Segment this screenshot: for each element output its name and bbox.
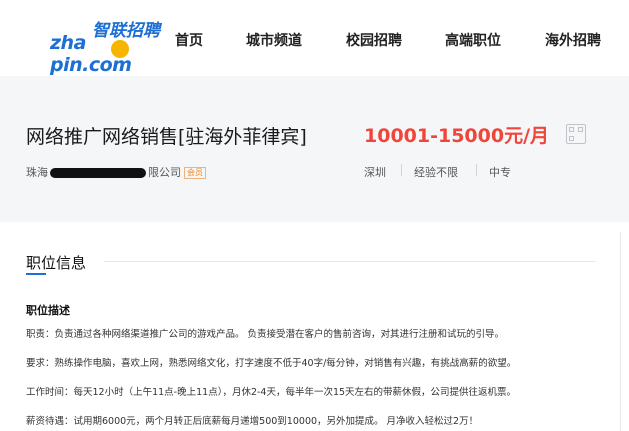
job-experience: 经验不限 [414, 166, 458, 179]
description-line-salary: 薪资待遇：试用期6000元，两个月转正后底薪每月递增500到10000，另外加提… [26, 416, 479, 427]
description-line-requirements: 要求：熟练操作电脑，喜欢上网，熟悉网络文化，打字速度不低于40字/每分钟，对销售… [26, 358, 517, 369]
meta-divider [401, 164, 402, 176]
member-badge: 会员 [184, 167, 206, 179]
side-divider [620, 232, 621, 431]
job-description-title: 职位描述 [26, 304, 70, 317]
nav-home[interactable]: 首页 [175, 30, 203, 50]
logo-text-cn: 智联招聘 [92, 21, 160, 41]
salary: 10001-15000元/月 [364, 125, 550, 147]
job-title: 网络推广网络销售[驻海外菲律宾] [26, 126, 307, 148]
description-line-hours: 工作时间：每天12小时（上午11点-晚上11点），月休2-4天，每半年一次15天… [26, 387, 517, 398]
company-name-suffix: 限公司 [148, 166, 181, 179]
company-name[interactable]: 珠海 限公司 会员 [26, 164, 206, 180]
section-divider [104, 261, 596, 262]
section-title-job-info: 职位信息 [26, 254, 87, 272]
job-education: 中专 [489, 166, 511, 179]
zhaopin-logo[interactable]: zhapin.com 智联招聘 [48, 18, 160, 76]
job-location: 深圳 [364, 166, 386, 179]
meta-divider [476, 164, 477, 176]
job-summary-banner: 网络推广网络销售[驻海外菲律宾] 10001-15000元/月 珠海 限公司 会员 … [0, 76, 629, 222]
nav-senior-jobs[interactable]: 高端职位 [445, 30, 501, 50]
description-line-duties: 职责：负责通过各种网络渠道推广公司的游戏产品。 负责接受潜在客户的售前咨询，对其… [26, 329, 505, 340]
nav-campus-recruit[interactable]: 校园招聘 [346, 30, 402, 50]
nav-city-channel[interactable]: 城市频道 [246, 30, 302, 50]
nav-overseas-recruit[interactable]: 海外招聘 [545, 30, 601, 50]
company-name-prefix: 珠海 [26, 166, 48, 179]
site-header: zhapin.com 智联招聘 首页 城市频道 校园招聘 高端职位 海外招聘 [0, 0, 629, 76]
qr-code-icon[interactable] [566, 124, 586, 144]
redaction-mark [50, 168, 146, 178]
section-title-underline [26, 273, 46, 275]
